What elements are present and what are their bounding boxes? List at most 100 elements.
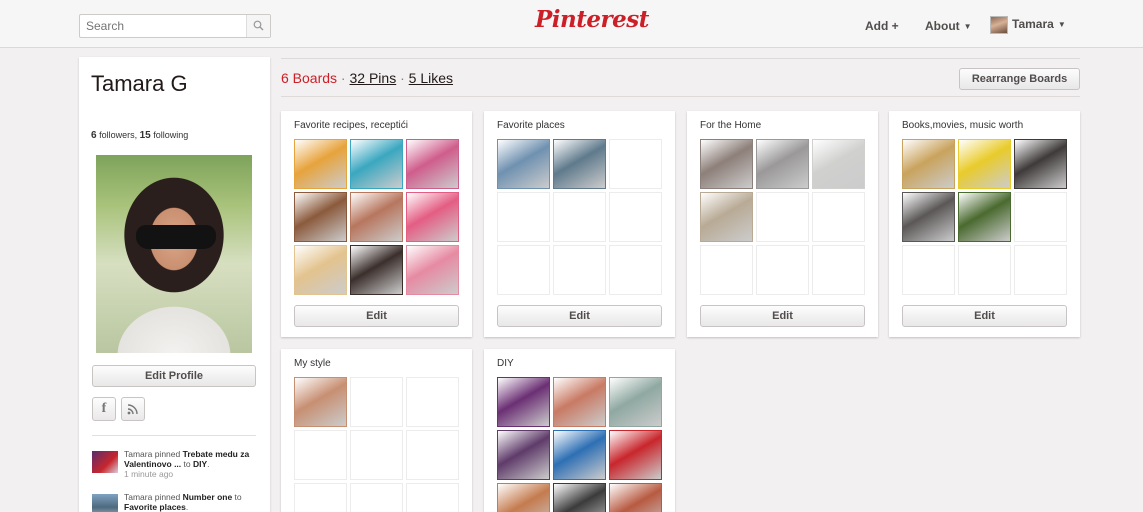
pin-thumbnail[interactable] — [406, 192, 459, 242]
board-title[interactable]: DIY — [497, 358, 514, 369]
board-card[interactable]: Favorite places Edit — [484, 111, 675, 337]
activity-text: to — [232, 492, 242, 502]
activity-time: 1 minute ago — [124, 469, 174, 479]
board-title[interactable]: For the Home — [700, 120, 761, 131]
nav-user-menu[interactable]: Tamara ▼ — [990, 16, 1066, 38]
board-title[interactable]: My style — [294, 358, 331, 369]
activity-thumbnail[interactable] — [92, 494, 118, 512]
board-title[interactable]: Favorite recipes, receptići — [294, 120, 408, 131]
board-thumbnail-grid[interactable] — [294, 377, 460, 512]
boards-count-link[interactable]: 6 Boards — [281, 70, 337, 86]
likes-count-link[interactable]: 5 Likes — [409, 70, 453, 86]
pin-thumbnail[interactable] — [497, 430, 550, 480]
activity-pin-link[interactable]: Number one — [183, 492, 233, 502]
board-edit-button[interactable]: Edit — [497, 305, 662, 327]
board-title[interactable]: Favorite places — [497, 120, 565, 131]
activity-text: . — [185, 502, 189, 512]
following-count[interactable]: 15 — [140, 130, 151, 141]
board-thumbnail-grid[interactable] — [497, 377, 663, 512]
board-thumbnail-grid[interactable] — [497, 139, 663, 296]
rss-icon[interactable] — [121, 397, 145, 421]
activity-thumbnail[interactable] — [92, 451, 118, 473]
pin-thumbnail[interactable] — [294, 377, 347, 427]
board-edit-button[interactable]: Edit — [700, 305, 865, 327]
pin-thumbnail[interactable] — [553, 483, 606, 512]
search-button[interactable] — [246, 15, 270, 37]
facebook-icon[interactable]: f — [92, 397, 116, 421]
following-label[interactable]: following — [153, 130, 188, 140]
pin-thumbnail[interactable] — [609, 377, 662, 427]
board-card[interactable]: Books,movies, music worth Edit — [889, 111, 1080, 337]
nav-add-menu[interactable]: Add + — [865, 19, 899, 33]
chevron-down-icon: ▼ — [963, 22, 972, 31]
activity-board-link[interactable]: Favorite places — [124, 502, 186, 512]
pins-count-link[interactable]: 32 Pins — [350, 70, 397, 86]
pin-thumbnail[interactable] — [406, 245, 459, 295]
board-card[interactable]: For the Home Edit — [687, 111, 878, 337]
pin-thumbnail[interactable] — [902, 192, 955, 242]
empty-thumbnail-slot — [812, 245, 865, 295]
pin-thumbnail[interactable] — [294, 245, 347, 295]
stats-separator: · — [337, 70, 350, 86]
profile-photo — [96, 155, 252, 353]
pin-thumbnail[interactable] — [553, 377, 606, 427]
board-thumbnail-grid[interactable] — [294, 139, 460, 296]
board-card[interactable]: Favorite recipes, receptići Edit — [281, 111, 472, 337]
pin-thumbnail[interactable] — [294, 192, 347, 242]
activity-item[interactable]: Tamara pinned Trebate medu za Valentinov… — [92, 449, 262, 485]
activity-text: Tamara pinned — [124, 492, 183, 502]
pin-thumbnail[interactable] — [609, 483, 662, 512]
board-edit-button[interactable]: Edit — [294, 305, 459, 327]
divider — [92, 435, 256, 436]
pin-thumbnail[interactable] — [350, 245, 403, 295]
pin-thumbnail[interactable] — [294, 139, 347, 189]
empty-thumbnail-slot — [609, 139, 662, 189]
empty-thumbnail-slot — [609, 245, 662, 295]
followers-label[interactable]: followers, — [99, 130, 137, 140]
pin-thumbnail[interactable] — [553, 430, 606, 480]
pin-thumbnail[interactable] — [406, 139, 459, 189]
followers-count[interactable]: 6 — [91, 130, 97, 141]
empty-thumbnail-slot — [497, 245, 550, 295]
search-input[interactable] — [80, 15, 246, 37]
activity-item[interactable]: Tamara pinned Number one to Favorite pla… — [92, 492, 262, 512]
pin-thumbnail[interactable] — [553, 139, 606, 189]
pin-thumbnail[interactable] — [497, 377, 550, 427]
pin-thumbnail[interactable] — [958, 139, 1011, 189]
pin-thumbnail[interactable] — [700, 192, 753, 242]
board-edit-button[interactable]: Edit — [902, 305, 1067, 327]
board-thumbnail-grid[interactable] — [700, 139, 866, 296]
board-thumbnail-grid[interactable] — [902, 139, 1068, 296]
empty-thumbnail-slot — [756, 245, 809, 295]
profile-stats: 6 Boards · 32 Pins · 5 Likes — [281, 70, 453, 86]
pin-thumbnail[interactable] — [812, 139, 865, 189]
empty-thumbnail-slot — [700, 245, 753, 295]
pin-thumbnail[interactable] — [497, 139, 550, 189]
rearrange-boards-button[interactable]: Rearrange Boards — [959, 68, 1080, 90]
edit-profile-button[interactable]: Edit Profile — [92, 365, 256, 387]
empty-thumbnail-slot — [553, 192, 606, 242]
empty-thumbnail-slot — [553, 245, 606, 295]
pin-thumbnail[interactable] — [958, 192, 1011, 242]
pin-thumbnail[interactable] — [756, 139, 809, 189]
pin-thumbnail[interactable] — [350, 192, 403, 242]
activity-board-link[interactable]: DIY — [193, 459, 207, 469]
pin-thumbnail[interactable] — [700, 139, 753, 189]
empty-thumbnail-slot — [350, 483, 403, 512]
activity-text: Tamara pinned — [124, 449, 183, 459]
search-icon — [253, 20, 264, 31]
pin-thumbnail[interactable] — [1014, 139, 1067, 189]
pin-thumbnail[interactable] — [609, 430, 662, 480]
pin-thumbnail[interactable] — [902, 139, 955, 189]
activity-text: to — [181, 459, 193, 469]
board-title[interactable]: Books,movies, music worth — [902, 120, 1023, 131]
pinterest-logo[interactable]: Pinterest — [535, 6, 649, 40]
pin-thumbnail[interactable] — [350, 139, 403, 189]
divider — [281, 58, 1080, 59]
board-card[interactable]: My style — [281, 349, 472, 512]
pin-thumbnail[interactable] — [497, 483, 550, 512]
top-header-bar: Pinterest Add + About▼ Tamara▼ — [0, 0, 1143, 48]
nav-about-menu[interactable]: About ▼ — [925, 19, 972, 33]
profile-name: Tamara G — [91, 71, 188, 96]
board-card[interactable]: DIY — [484, 349, 675, 512]
